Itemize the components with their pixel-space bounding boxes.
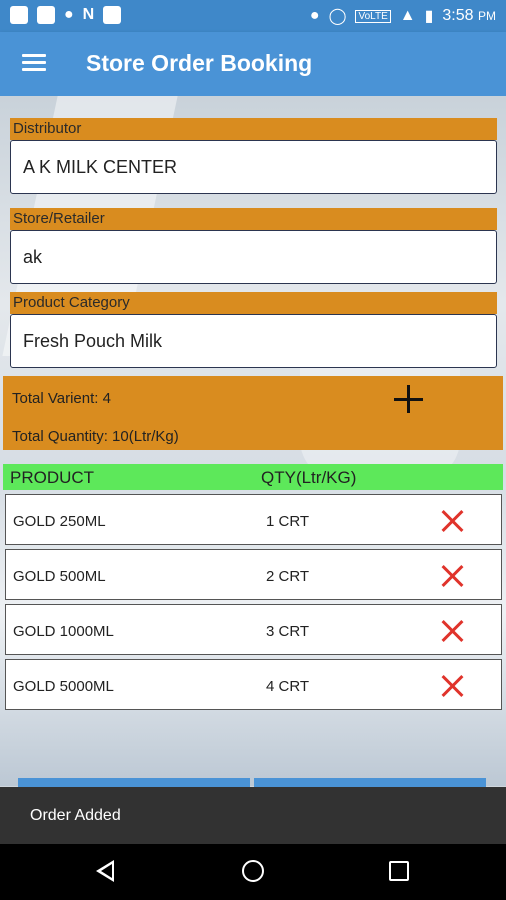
- total-variant: Total Varient: 4: [12, 390, 111, 407]
- system-icons: ● ◯ VoLTE ▲ ▮ 3:58 PM: [310, 6, 496, 26]
- battery-icon: ▮: [424, 8, 434, 25]
- snackbar-message: Order Added: [30, 807, 121, 824]
- table-row: GOLD 250ML 1 CRT: [5, 494, 502, 545]
- product-name: GOLD 1000ML: [13, 623, 114, 640]
- clock: 3:58 PM: [442, 7, 496, 25]
- clock-ampm: PM: [478, 9, 496, 23]
- delete-icon[interactable]: [440, 508, 466, 534]
- n-icon: N: [82, 6, 95, 23]
- home-icon[interactable]: [242, 860, 264, 882]
- product-name: GOLD 250ML: [13, 513, 106, 530]
- app-icon: [103, 6, 122, 24]
- product-qty: 1 CRT: [266, 513, 310, 530]
- signal-icon: ▲: [399, 7, 416, 24]
- page-title: Store Order Booking: [86, 50, 313, 76]
- add-product-button[interactable]: [389, 380, 429, 420]
- product-qty: 3 CRT: [266, 623, 310, 640]
- delete-icon[interactable]: [440, 673, 466, 699]
- product-qty: 2 CRT: [266, 568, 310, 585]
- hamburger-menu-icon[interactable]: [22, 54, 46, 72]
- category-label: Product Category: [10, 292, 497, 314]
- notification-icon: [10, 6, 28, 24]
- product-name: GOLD 500ML: [13, 568, 106, 585]
- clock-time: 3:58: [442, 7, 474, 24]
- n-icon: [37, 6, 55, 24]
- app-bar: Store Order Booking: [0, 32, 506, 96]
- table-row: GOLD 500ML 2 CRT: [5, 549, 502, 600]
- location-icon: ●: [309, 7, 320, 24]
- snackbar: Order Added: [0, 787, 506, 844]
- distributor-label: Distributor: [10, 118, 497, 140]
- distributor-field[interactable]: A K MILK CENTER: [10, 140, 497, 194]
- table-row: GOLD 1000ML 3 CRT: [5, 604, 502, 655]
- recent-apps-icon[interactable]: [389, 861, 409, 881]
- status-bar: ● N ● ◯ VoLTE ▲ ▮ 3:58 PM: [0, 0, 506, 32]
- total-quantity: Total Quantity: 10(Ltr/Kg): [12, 428, 179, 445]
- delete-icon[interactable]: [440, 618, 466, 644]
- back-icon-inner: [101, 864, 112, 878]
- delete-icon[interactable]: [440, 563, 466, 589]
- product-qty: 4 CRT: [266, 678, 310, 695]
- notification-icons: ● N: [10, 6, 122, 24]
- store-field[interactable]: ak: [10, 230, 497, 284]
- volte-icon: VoLTE: [355, 9, 391, 23]
- table-header: PRODUCT QTY(Ltr/KG): [3, 464, 503, 490]
- store-label: Store/Retailer: [10, 208, 497, 230]
- category-field[interactable]: Fresh Pouch Milk: [10, 314, 497, 368]
- alarm-icon: ◯: [328, 8, 347, 25]
- product-column-header: PRODUCT: [10, 468, 95, 487]
- order-summary: Total Varient: 4 Total Quantity: 10(Ltr/…: [3, 376, 503, 450]
- navigation-bar: [0, 844, 506, 900]
- car-icon: ●: [64, 6, 74, 23]
- table-row: GOLD 5000ML 4 CRT: [5, 659, 502, 710]
- product-name: GOLD 5000ML: [13, 678, 114, 695]
- qty-column-header: QTY(Ltr/KG): [261, 468, 357, 487]
